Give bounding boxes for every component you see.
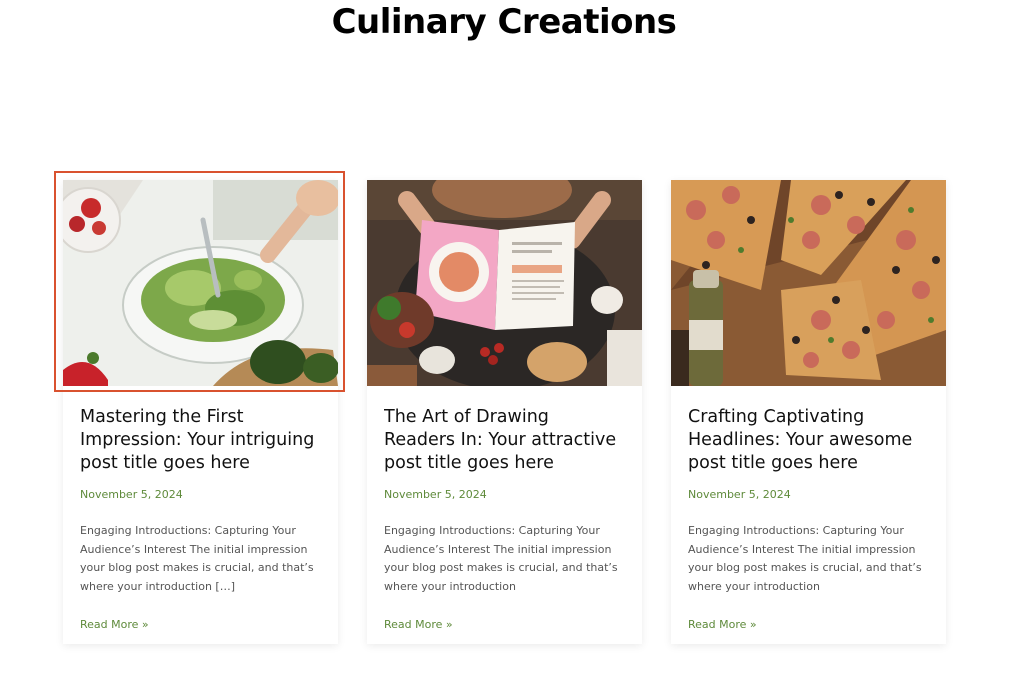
pizza-photo: [671, 180, 946, 386]
post-thumbnail-cookbook[interactable]: [367, 180, 642, 386]
post-excerpt: Engaging Introductions: Capturing Your A…: [384, 524, 618, 593]
page-title: Culinary Creations: [331, 2, 677, 42]
post-card: Crafting Captivating Headlines: Your awe…: [671, 180, 946, 644]
salad-bowl-photo: [63, 180, 338, 386]
cookbook-photo: [367, 180, 642, 386]
post-excerpt: Engaging Introductions: Capturing Your A…: [688, 524, 922, 593]
post-date: November 5, 2024: [384, 488, 487, 501]
post-card: The Art of Drawing Readers In: Your attr…: [367, 180, 642, 644]
read-more-link[interactable]: Read More »: [80, 618, 149, 631]
post-title[interactable]: Crafting Captivating Headlines: Your awe…: [688, 406, 929, 475]
post-thumbnail-pizza[interactable]: [671, 180, 946, 386]
post-date: November 5, 2024: [80, 488, 183, 501]
post-title[interactable]: The Art of Drawing Readers In: Your attr…: [384, 406, 625, 475]
post-title[interactable]: Mastering the First Impression: Your int…: [80, 406, 321, 475]
post-excerpt: Engaging Introductions: Capturing Your A…: [80, 524, 314, 593]
read-more-link[interactable]: Read More »: [384, 618, 453, 631]
posts-grid: Mastering the First Impression: Your int…: [54, 171, 946, 646]
post-date: November 5, 2024: [688, 488, 791, 501]
post-thumbnail-salad[interactable]: [63, 180, 338, 386]
read-more-link[interactable]: Read More »: [688, 618, 757, 631]
post-card: Mastering the First Impression: Your int…: [54, 171, 345, 644]
